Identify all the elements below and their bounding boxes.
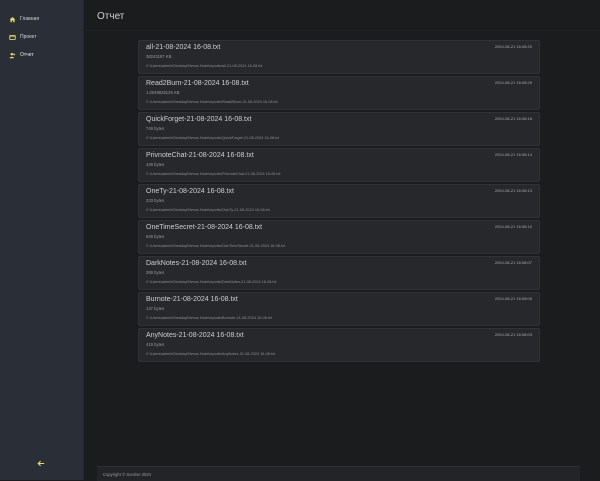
file-date: 2024-08-21 16:08:07 bbox=[494, 260, 532, 265]
file-name: Read2Burn-21-08-2024 16-08.txt bbox=[146, 80, 249, 87]
file-path: C:\Users\admin\Desktop\Nexus Note\report… bbox=[146, 136, 280, 140]
file-size: 289 bytes bbox=[146, 270, 165, 275]
file-name: all-21-08-2024 16-08.txt bbox=[146, 44, 221, 51]
file-name: DarkNotes-21-08-2024 16-08.txt bbox=[146, 260, 247, 267]
arrow-left-icon bbox=[37, 460, 45, 469]
file-card[interactable]: all-21-08-2024 16-08.txt 38243187 KB C:\… bbox=[138, 40, 540, 74]
file-size: 428 bytes bbox=[146, 162, 165, 167]
file-date: 2024-08-21 16:08:10 bbox=[494, 224, 532, 229]
file-card[interactable]: OneTy-21-08-2024 16-08.txt 233 bytes C:\… bbox=[138, 184, 540, 218]
sidebar-item-label: Главная bbox=[20, 16, 40, 22]
file-size: 419 bytes bbox=[146, 342, 165, 347]
file-date: 2024-08-21 16:08:20 bbox=[494, 44, 532, 49]
copyright-text: Copyright © Sunrise 2024 bbox=[103, 472, 152, 477]
file-name: OneTy-21-08-2024 16-08.txt bbox=[146, 188, 234, 195]
sidebar-item-project[interactable]: Проект bbox=[0, 31, 83, 43]
collapse-sidebar-button[interactable] bbox=[35, 459, 47, 469]
file-date: 2024-08-21 16:08:05 bbox=[494, 296, 532, 301]
sidebar-item-label: Отчет bbox=[20, 52, 34, 58]
report-file-list: all-21-08-2024 16-08.txt 38243187 KB C:\… bbox=[138, 40, 540, 364]
file-card[interactable]: PrivnoteChat-21-08-2024 16-08.txt 428 by… bbox=[138, 148, 540, 182]
file-date: 2024-08-21 16:08:14 bbox=[494, 152, 532, 157]
file-path: C:\Users\admin\Desktop\Nexus Note\report… bbox=[146, 352, 275, 356]
file-path: C:\Users\admin\Desktop\Nexus Note\report… bbox=[146, 280, 277, 284]
header-divider bbox=[85, 30, 600, 31]
file-date: 2024-08-21 16:08:25 bbox=[494, 80, 532, 85]
file-path: C:\Users\admin\Desktop\Nexus Note\report… bbox=[146, 316, 272, 320]
file-path: C:\Users\admin\Desktop\Nexus Note\report… bbox=[146, 100, 278, 104]
file-card[interactable]: Read2Burn-21-08-2024 16-08.txt 1.0048828… bbox=[138, 76, 540, 110]
file-card[interactable]: DarkNotes-21-08-2024 16-08.txt 289 bytes… bbox=[138, 256, 540, 290]
file-date: 2024-08-21 16:08:03 bbox=[494, 332, 532, 337]
sidebar-item-home[interactable]: Главная bbox=[0, 13, 83, 25]
sidebar-item-label: Проект bbox=[20, 34, 37, 40]
file-name: Burnote-21-08-2024 16-08.txt bbox=[146, 296, 238, 303]
page-title: Отчет bbox=[97, 11, 125, 22]
file-size: 38243187 KB bbox=[146, 54, 172, 59]
file-card[interactable]: Burnote-21-08-2024 16-08.txt 137 bytes C… bbox=[138, 292, 540, 326]
users-icon bbox=[9, 52, 16, 59]
file-name: QuickForget-21-08-2024 16-08.txt bbox=[146, 116, 252, 123]
file-size: 648 bytes bbox=[146, 234, 165, 239]
file-card[interactable]: QuickForget-21-08-2024 16-08.txt 749 byt… bbox=[138, 112, 540, 146]
file-path: C:\Users\admin\Desktop\Nexus Note\report… bbox=[146, 172, 281, 176]
file-path: C:\Users\admin\Desktop\Nexus Note\report… bbox=[146, 244, 285, 248]
file-size: 137 bytes bbox=[146, 306, 165, 311]
file-size: 749 bytes bbox=[146, 126, 165, 131]
file-date: 2024-08-21 16:08:18 bbox=[494, 116, 532, 121]
sidebar-item-report[interactable]: Отчет bbox=[0, 49, 83, 61]
home-icon bbox=[9, 16, 16, 23]
footer: Copyright © Sunrise 2024 bbox=[97, 466, 580, 481]
file-size: 233 bytes bbox=[146, 198, 165, 203]
file-date: 2024-08-21 16:08:13 bbox=[494, 188, 532, 193]
main-content: Отчет all-21-08-2024 16-08.txt 38243187 … bbox=[85, 0, 600, 481]
file-name: AnyNotes-21-08-2024 16-08.txt bbox=[146, 332, 244, 339]
file-path: C:\Users\admin\Desktop\Nexus Note\report… bbox=[146, 64, 263, 68]
file-size: 1.0048828125 KB bbox=[146, 90, 180, 95]
project-icon bbox=[9, 34, 16, 41]
file-card[interactable]: OneTimeSecret-21-08-2024 16-08.txt 648 b… bbox=[138, 220, 540, 254]
file-card[interactable]: AnyNotes-21-08-2024 16-08.txt 419 bytes … bbox=[138, 328, 540, 362]
file-path: C:\Users\admin\Desktop\Nexus Note\report… bbox=[146, 208, 270, 212]
file-name: PrivnoteChat-21-08-2024 16-08.txt bbox=[146, 152, 254, 159]
file-name: OneTimeSecret-21-08-2024 16-08.txt bbox=[146, 224, 263, 231]
sidebar: Главная Проект Отчет bbox=[0, 0, 84, 480]
